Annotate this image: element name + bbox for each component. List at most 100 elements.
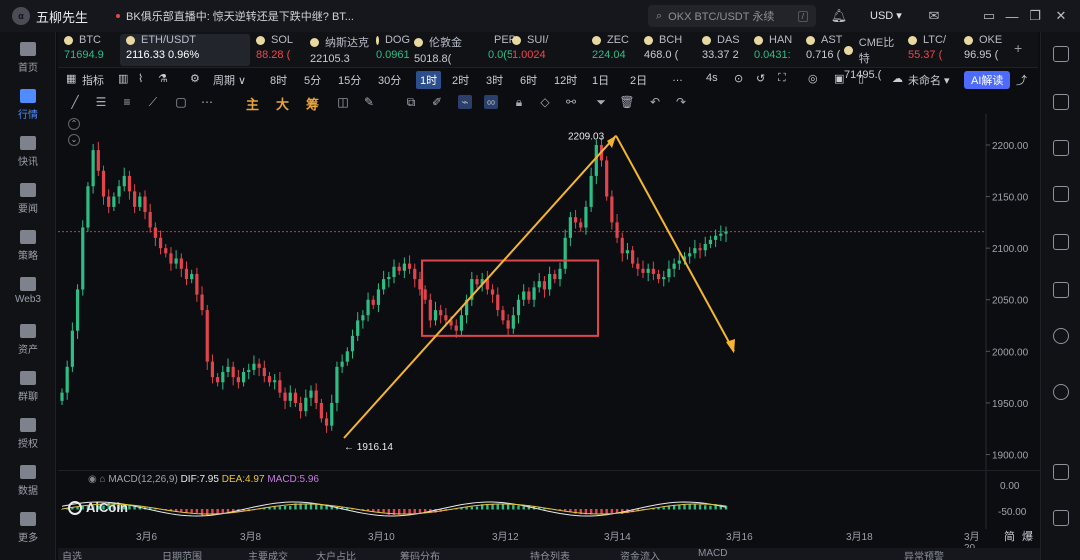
main-force-label[interactable]: 主 — [246, 94, 259, 113]
sidebar-item-assets[interactable]: 资产 — [0, 324, 56, 356]
sidebar-item-flash[interactable]: 快讯 — [0, 136, 56, 168]
ai-analysis-button[interactable]: AI解读 — [964, 71, 1011, 89]
layout-save-icon[interactable]: ▣ — [834, 72, 844, 85]
window-icon[interactable] — [1053, 464, 1069, 480]
trendline-icon[interactable]: ╱ — [68, 95, 82, 109]
window-close-button[interactable]: ✕ — [1052, 7, 1070, 25]
interval-1[interactable]: 5分 — [304, 72, 321, 88]
interval-6[interactable]: 3时 — [486, 72, 503, 88]
ticker-item[interactable]: SUI/1.0024 — [512, 34, 588, 66]
interval-5[interactable]: 2时 — [452, 72, 469, 88]
interval-7[interactable]: 6时 — [520, 72, 537, 88]
ticker-item[interactable]: OKE 96.95 ( — [964, 34, 1016, 66]
undo-icon[interactable]: ↺ — [756, 72, 765, 85]
add-ticker-button[interactable]: + — [1014, 40, 1022, 56]
sidebar-item-web3[interactable]: Web3 — [0, 277, 56, 305]
redo-arrow-icon[interactable]: ↷ — [674, 95, 688, 109]
layers-icon[interactable]: ◇ — [538, 95, 552, 109]
bottom-tab[interactable]: 异常预警 — [904, 548, 944, 560]
measure-icon[interactable]: ◫ — [336, 95, 350, 109]
minimize-icon[interactable]: ▭ — [980, 7, 998, 25]
price-chart[interactable]: 2209.03 ← 1916.14 2200.00 2150.00 2100.00 20… — [58, 114, 1040, 470]
interval-ellipsis[interactable]: … — [672, 72, 683, 84]
brush-icon[interactable]: ✎ — [362, 95, 376, 109]
magnet-icon[interactable]: ⌁ — [458, 95, 472, 109]
indicator-button[interactable]: 指标 — [82, 72, 104, 88]
fullscreen-icon[interactable]: ⛶ — [778, 72, 786, 85]
more-tools-icon[interactable]: ⋯ — [200, 95, 214, 109]
macd-panel[interactable]: ◉ ⌂ MACD(12,26,9) DIF:7.95 DEA:4.97 MACD… — [58, 470, 1040, 530]
list-icon[interactable] — [1053, 186, 1069, 202]
sidebar-item-home[interactable]: 首页 — [0, 42, 56, 74]
collapse-icon[interactable]: ⌃ — [68, 118, 80, 130]
camera-icon[interactable]: ⊙ — [734, 72, 743, 85]
bottom-tab[interactable]: 持仓列表 — [530, 548, 570, 560]
bottom-tab[interactable]: 资金流入 — [620, 548, 660, 560]
search-input[interactable]: ⌕ OKX BTC/USDT 永续 / — [648, 5, 816, 27]
ticker-item[interactable]: DAS 33.37 2 — [702, 34, 750, 66]
currency-select[interactable]: USD ▾ — [870, 9, 902, 22]
horizontal-lines-icon[interactable]: ☰ — [94, 95, 108, 109]
bottom-tab[interactable]: 大户占比 — [316, 548, 356, 560]
window-restore-button[interactable]: ❐ — [1026, 7, 1044, 25]
bottom-tab[interactable]: 自选 — [62, 548, 82, 560]
ticker-item[interactable]: ZEC 224.04 — [592, 34, 640, 66]
bottom-tab[interactable]: 日期范围 — [162, 548, 202, 560]
ticker-item[interactable]: ETH/USDT 2116.33 0.96% — [120, 34, 250, 66]
interval-9[interactable]: 1日 — [592, 72, 609, 88]
columns-icon[interactable]: ▯ — [858, 72, 864, 85]
sync-icon[interactable] — [1053, 384, 1069, 400]
rectangle-icon[interactable]: ▢ — [174, 95, 188, 109]
candlestick-chart[interactable]: 2209.03 ← 1916.14 2200.00 2150.00 2100.00 20… — [58, 114, 1040, 470]
interval-10[interactable]: 2日 — [630, 72, 647, 88]
channel-icon[interactable]: ≡ — [120, 95, 134, 109]
eye-icon[interactable]: ◉ ⌂ — [88, 474, 106, 485]
ticker-item[interactable]: BCH 468.0 ( — [644, 34, 698, 66]
link-icon[interactable]: ⚯ — [564, 95, 578, 109]
drawing-icon[interactable]: ⌇ — [138, 72, 143, 85]
lock-icon[interactable]: 🔒︎ — [512, 95, 526, 109]
ticker-item[interactable]: CME比特 71495.( — [844, 34, 904, 81]
ray-icon[interactable]: ⟋ — [146, 95, 160, 109]
cloud-icon[interactable]: ☁ — [892, 72, 903, 85]
compare-icon[interactable]: ⚗ — [158, 72, 168, 85]
sidebar-item-chat[interactable]: 群聊 — [0, 371, 56, 403]
visibility-icon[interactable]: ∞ — [484, 95, 498, 109]
trash-icon[interactable]: 🗑︎ — [619, 95, 634, 109]
interval-3[interactable]: 30分 — [378, 72, 401, 88]
grid-layout-icon[interactable] — [1053, 46, 1069, 62]
undo-arrow-icon[interactable]: ↶ — [648, 95, 662, 109]
document-icon[interactable] — [1053, 94, 1069, 110]
ticker-item[interactable]: PEP0.0(5)3 — [488, 34, 516, 66]
settings-icon[interactable]: ⚙ — [190, 72, 200, 85]
ticker-item[interactable]: 伦敦金 5018.8( — [414, 34, 484, 66]
chart-grid-icon[interactable] — [1053, 234, 1069, 250]
panel-icon[interactable] — [1053, 510, 1069, 526]
bottom-tab[interactable]: 筹码分布 — [400, 548, 440, 560]
ruler-icon[interactable]: ✐ — [430, 95, 444, 109]
chip-label[interactable]: 筹 — [306, 94, 319, 113]
news-ticker[interactable]: BK俱乐部直播中: 惊天逆转还是下跌中继? BT... — [116, 8, 356, 24]
period-select[interactable]: 周期 ∨ — [213, 72, 246, 88]
interval-2[interactable]: 15分 — [338, 72, 361, 88]
interval-0[interactable]: 8时 — [270, 72, 287, 88]
simple-mode-button[interactable]: 简 — [1004, 528, 1015, 544]
layout-icon[interactable]: ▥ — [118, 72, 128, 85]
big-order-label[interactable]: 大 — [276, 94, 289, 113]
ticker-item[interactable]: LTC/55.37 ( — [908, 34, 960, 66]
ticker-item[interactable]: DOG 0.0961( — [376, 34, 410, 66]
share-icon[interactable]: ⤴ — [1016, 72, 1027, 88]
expand-icon[interactable]: ⌄ — [68, 134, 80, 146]
calendar-icon[interactable] — [1053, 140, 1069, 156]
sub-interval[interactable]: 4s — [706, 72, 718, 84]
sidebar-item-data[interactable]: 数据 — [0, 465, 56, 497]
sidebar-item-market[interactable]: 行情 — [0, 89, 56, 121]
grid-icon[interactable]: ▦ — [66, 72, 76, 85]
sidebar-item-more[interactable]: 更多 — [0, 512, 56, 544]
ticker-item[interactable]: SOL 88.28 ( — [256, 34, 306, 66]
filter-icon[interactable]: ⏷ — [594, 95, 608, 109]
sidebar-item-strategy[interactable]: 策略 — [0, 230, 56, 262]
sidebar-item-news[interactable]: 要闻 — [0, 183, 56, 215]
layout-name-select[interactable]: 未命名 ▾ — [908, 72, 950, 88]
ticker-item[interactable]: BTC 71694.9 — [64, 34, 116, 66]
